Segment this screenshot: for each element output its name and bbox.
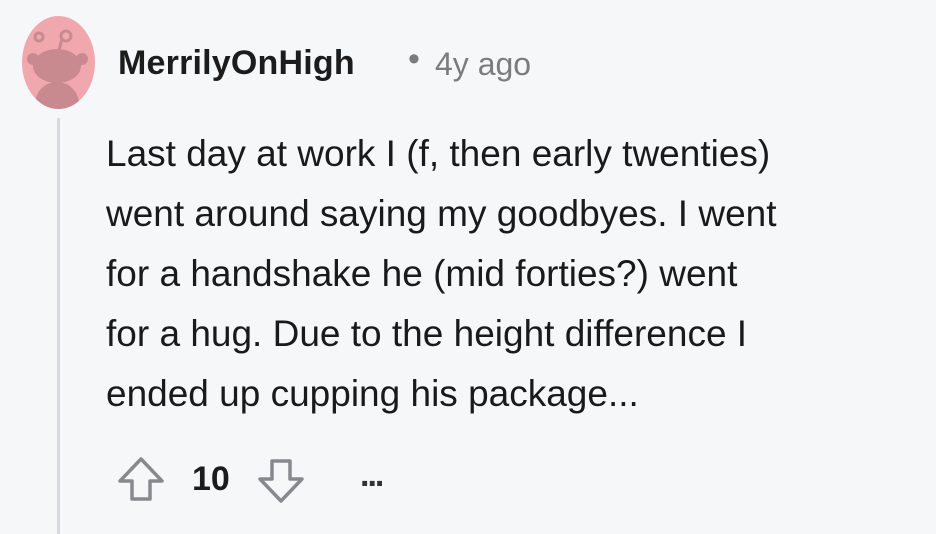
meta-separator: •: [408, 40, 420, 78]
arrow-up-outline-icon: [118, 457, 164, 501]
snoo-avatar-icon: [27, 29, 88, 109]
comment-timestamp[interactable]: 4y ago: [435, 46, 531, 83]
user-avatar[interactable]: [22, 16, 95, 109]
comment-body: Last day at work I (f, then early twenti…: [106, 124, 916, 424]
upvote-button[interactable]: [116, 454, 166, 504]
more-options-button[interactable]: ...: [360, 456, 384, 495]
comment-body-line: ended up cupping his package...: [106, 373, 639, 414]
comment-body-line: for a handshake he (mid forties?) went: [106, 253, 738, 294]
comment-body-line: went around saying my goodbyes. I went: [106, 193, 777, 234]
comment-body-line: for a hug. Due to the height difference …: [106, 313, 748, 354]
downvote-button[interactable]: [256, 456, 306, 506]
comment-body-line: Last day at work I (f, then early twenti…: [106, 133, 771, 174]
ellipsis-icon: ...: [360, 456, 384, 494]
arrow-down-outline-icon: [258, 459, 304, 503]
vote-score: 10: [192, 460, 230, 498]
comment-author[interactable]: MerrilyOnHigh: [118, 44, 355, 83]
thread-line[interactable]: [57, 118, 60, 534]
